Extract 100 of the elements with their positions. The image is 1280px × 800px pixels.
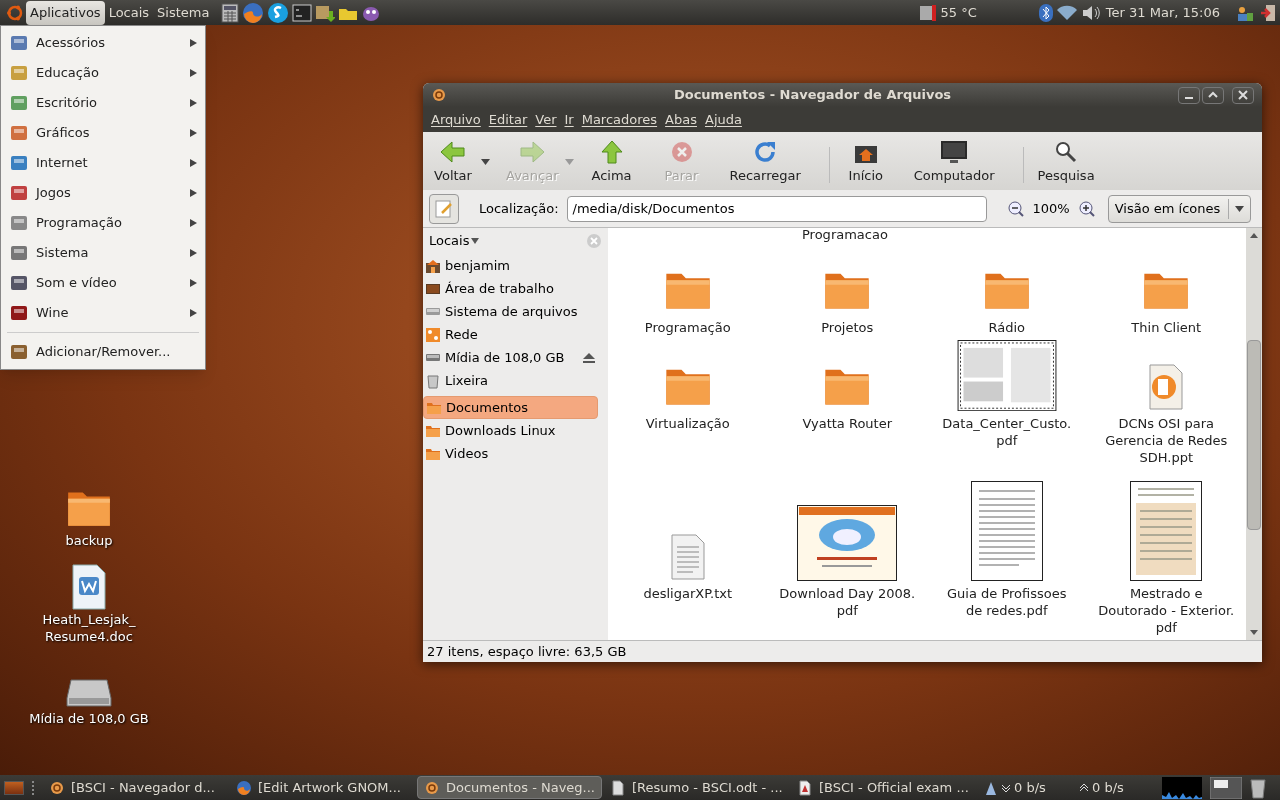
wifi-icon[interactable] xyxy=(1056,4,1077,21)
toolbar-button[interactable]: Pesquisa xyxy=(1031,139,1101,185)
volume-icon[interactable] xyxy=(1080,4,1101,21)
panel-menu[interactable]: Locais xyxy=(104,0,154,25)
sidebar-item[interactable]: benjamim xyxy=(423,254,598,277)
menu-item[interactable]: Programação xyxy=(1,208,205,238)
maximize-button[interactable] xyxy=(1202,86,1224,104)
sidebar-item[interactable]: Sistema de arquivos xyxy=(423,300,598,323)
document-icon xyxy=(610,779,626,796)
sidebar-item[interactable]: Videos xyxy=(423,442,598,465)
file-item[interactable]: Rádio xyxy=(927,254,1087,340)
zoom-out-icon[interactable] xyxy=(1006,199,1025,218)
toolbar-button[interactable]: Início xyxy=(837,139,894,185)
eject-icon[interactable] xyxy=(582,351,596,364)
drive-icon xyxy=(425,353,441,362)
pdf-icon xyxy=(797,779,813,796)
browser-icon[interactable] xyxy=(242,1,265,24)
menu-item[interactable]: Sistema xyxy=(1,238,205,268)
desktop-icon-label[interactable]: Mídia de 108,0 GB xyxy=(29,710,149,727)
menu-bar-item[interactable]: Ir xyxy=(560,109,578,130)
menu-bar-item[interactable]: Ver xyxy=(531,109,561,130)
edit-location-button[interactable] xyxy=(429,193,459,224)
menu-item[interactable]: Gráficos xyxy=(1,118,205,148)
reload-icon xyxy=(753,139,778,164)
file-item[interactable]: DCNs OSI para Gerencia de Redes SDH.ppt xyxy=(1086,340,1246,470)
window-title: Documentos - Navegador de Arquivos xyxy=(672,86,953,105)
panel-menu[interactable]: Sistema xyxy=(153,0,214,25)
application-category-icon xyxy=(9,273,29,293)
ubuntu-logo-icon[interactable] xyxy=(6,3,24,22)
taskbar-button[interactable]: [Edit Artwork GNOM... xyxy=(230,776,415,799)
file-item[interactable]: Thin Client xyxy=(1086,254,1246,340)
toolbar-button[interactable]: Voltar xyxy=(425,139,481,185)
show-desktop-button[interactable] xyxy=(4,780,24,795)
sidebar-item[interactable]: Lixeira xyxy=(423,369,598,392)
file-item[interactable]: Guia de Profissoes de redes.pdf xyxy=(927,470,1087,640)
menu-bar-item[interactable]: Abas xyxy=(661,109,701,130)
file-item[interactable]: desligarXP.txt xyxy=(608,470,768,640)
sidebar-item[interactable]: Rede xyxy=(423,323,598,346)
scrollbar[interactable] xyxy=(1246,228,1262,640)
file-item[interactable]: Vyatta Router xyxy=(767,340,927,470)
file-name[interactable]: Programacao xyxy=(802,228,888,244)
dropdown-arrow-icon[interactable] xyxy=(481,159,490,165)
close-button[interactable] xyxy=(1232,86,1254,104)
calculator-icon[interactable] xyxy=(221,2,240,23)
bluetooth-icon[interactable] xyxy=(1038,3,1053,22)
close-icon xyxy=(1238,90,1248,100)
menu-item[interactable]: Educação xyxy=(1,58,205,88)
location-field[interactable]: /media/disk/Documentos xyxy=(566,195,987,222)
toolbar-button[interactable]: Recarregar xyxy=(723,139,807,185)
sidebar-item[interactable]: Downloads Linux xyxy=(423,419,598,442)
taskbar-button[interactable]: [Resumo - BSCI.odt - ... xyxy=(604,776,789,799)
zoom-in-icon[interactable] xyxy=(1077,199,1096,218)
menu-item[interactable]: Wine xyxy=(1,298,205,328)
file-item[interactable]: Data_Center_Custo. pdf xyxy=(927,340,1087,470)
dropdown-arrow-icon[interactable] xyxy=(471,238,480,244)
clock[interactable]: Ter 31 Mar, 15:06 xyxy=(1105,2,1220,23)
application-category-icon xyxy=(9,153,29,173)
desktop-icon-label[interactable]: Heath_Lesjak_ Resume4.doc xyxy=(42,611,136,645)
application-category-icon xyxy=(9,243,29,263)
menu-item[interactable]: Som e vídeo xyxy=(1,268,205,298)
menu-bar-item[interactable]: Marcadores xyxy=(577,109,662,130)
taskbar-button[interactable]: [BSCI - Navegador d... xyxy=(43,776,228,799)
minimize-button[interactable] xyxy=(1178,86,1200,104)
panel-menu[interactable]: Aplicativos xyxy=(26,0,105,25)
workspace-switcher-icon[interactable] xyxy=(1210,776,1242,799)
toolbar-button[interactable]: Computador xyxy=(907,139,1001,185)
chat-icon[interactable] xyxy=(267,1,290,24)
sidebar-item[interactable]: Documentos xyxy=(423,396,598,419)
menu-bar-item[interactable]: Arquivo xyxy=(427,109,485,130)
desktop-icon-label[interactable]: backup xyxy=(65,532,113,549)
submenu-arrow-icon xyxy=(190,159,197,167)
temperature-reading: 55 °C xyxy=(940,3,977,22)
menu-bar-item[interactable]: Ajuda xyxy=(701,109,746,130)
menu-item[interactable]: Internet xyxy=(1,148,205,178)
network-icon xyxy=(425,326,441,343)
menu-bar-item[interactable]: Editar xyxy=(484,109,532,130)
logout-icon[interactable] xyxy=(1260,3,1276,22)
stop-icon xyxy=(669,139,694,164)
menu-item[interactable]: Escritório xyxy=(1,88,205,118)
terminal-icon[interactable] xyxy=(292,3,313,22)
trash-icon[interactable] xyxy=(1250,776,1266,799)
toolbar-button[interactable]: Acima xyxy=(583,139,640,185)
view-selector[interactable]: Visão em ícones xyxy=(1107,194,1251,223)
scrollbar-thumb[interactable] xyxy=(1247,340,1261,530)
taskbar-button[interactable]: Documentos - Naveg... xyxy=(417,776,602,799)
menu-item[interactable]: Jogos xyxy=(1,178,205,208)
sidebar-title[interactable]: Locais xyxy=(429,231,470,251)
file-item[interactable]: Virtualização xyxy=(608,340,768,470)
menu-item[interactable]: Adicionar/Remover... xyxy=(1,337,205,367)
submenu-arrow-icon xyxy=(190,249,197,257)
file-item[interactable]: Mestrado e Doutorado - Exterior. pdf xyxy=(1086,470,1246,640)
sidebar-item[interactable]: Área de trabalho xyxy=(423,277,598,300)
menu-item[interactable]: Acessórios xyxy=(1,28,205,58)
shell-icon xyxy=(424,779,440,796)
file-item[interactable]: Programação xyxy=(608,254,768,340)
file-item[interactable]: Projetos xyxy=(767,254,927,340)
sidebar-item[interactable]: Mídia de 108,0 GB xyxy=(423,346,598,369)
file-item[interactable]: Download Day 2008. pdf xyxy=(767,470,927,640)
taskbar-button[interactable]: [BSCI - Official exam ... xyxy=(791,776,976,799)
download-arrow-icon xyxy=(1002,782,1010,793)
